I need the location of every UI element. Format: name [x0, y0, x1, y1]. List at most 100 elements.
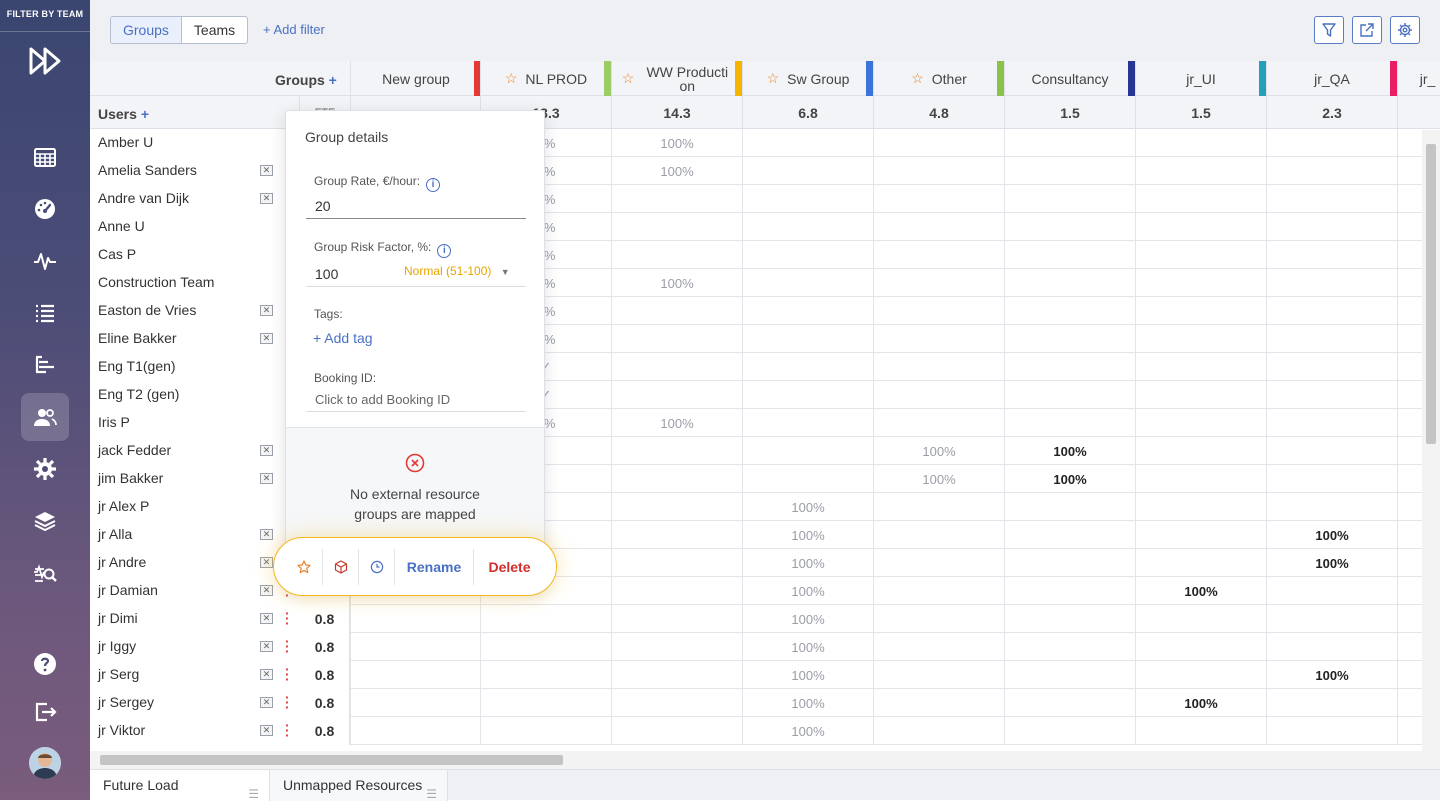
allocation-cell[interactable]	[1266, 325, 1397, 353]
allocation-cell[interactable]: 100%	[1266, 661, 1397, 689]
tab-menu-icon[interactable]: ☰	[248, 779, 259, 809]
allocation-cell[interactable]	[611, 185, 742, 213]
sidebar-item-activity[interactable]	[21, 237, 69, 285]
add-group-button[interactable]: +	[329, 72, 337, 88]
sidebar-item-dashboard[interactable]	[21, 185, 69, 233]
allocation-cell[interactable]	[742, 157, 873, 185]
allocation-cell[interactable]	[873, 325, 1004, 353]
allocation-cell[interactable]	[1266, 129, 1397, 157]
allocation-cell[interactable]	[873, 353, 1004, 381]
allocation-cell[interactable]	[1266, 269, 1397, 297]
remove-user-icon[interactable]: ✕	[260, 557, 273, 568]
allocation-cell[interactable]: 100%	[742, 493, 873, 521]
allocation-cell[interactable]	[1266, 213, 1397, 241]
allocation-cell[interactable]	[480, 633, 611, 661]
allocation-cell[interactable]	[611, 521, 742, 549]
allocation-cell[interactable]	[1135, 381, 1266, 409]
group-column-header[interactable]: ☆ WW Producti on	[611, 61, 742, 96]
add-filter-link[interactable]: + Add filter	[263, 22, 325, 37]
allocation-cell[interactable]	[873, 577, 1004, 605]
allocation-cell[interactable]	[1135, 465, 1266, 493]
user-name[interactable]: jr Damian	[98, 582, 158, 598]
sidebar-item-users[interactable]	[21, 393, 69, 441]
allocation-cell[interactable]	[1004, 493, 1135, 521]
allocation-cell[interactable]	[873, 493, 1004, 521]
remove-user-icon[interactable]: ✕	[260, 669, 273, 680]
remove-user-icon[interactable]: ✕	[260, 725, 273, 736]
allocation-cell[interactable]	[742, 325, 873, 353]
horizontal-scroll-thumb[interactable]	[100, 755, 563, 765]
user-name[interactable]: Amber U	[98, 134, 153, 150]
allocation-cell[interactable]	[873, 381, 1004, 409]
allocation-cell[interactable]	[350, 689, 481, 717]
allocation-cell[interactable]	[611, 717, 742, 745]
allocation-cell[interactable]: 100%	[1266, 549, 1397, 577]
allocation-cell[interactable]	[742, 381, 873, 409]
user-avatar[interactable]	[29, 747, 61, 779]
user-name[interactable]: Cas P	[98, 246, 136, 262]
allocation-cell[interactable]	[1266, 633, 1397, 661]
allocation-cell[interactable]	[1004, 605, 1135, 633]
allocation-cell[interactable]	[1266, 437, 1397, 465]
allocation-cell[interactable]	[1266, 493, 1397, 521]
export-button[interactable]	[1352, 16, 1382, 44]
allocation-cell[interactable]	[1004, 521, 1135, 549]
allocation-cell[interactable]	[873, 213, 1004, 241]
allocation-cell[interactable]	[873, 129, 1004, 157]
allocation-cell[interactable]	[742, 185, 873, 213]
remove-user-icon[interactable]: ✕	[260, 305, 273, 316]
allocation-cell[interactable]	[873, 297, 1004, 325]
allocation-cell[interactable]: 100%	[742, 549, 873, 577]
resource-button[interactable]	[322, 549, 358, 585]
allocation-cell[interactable]	[350, 633, 481, 661]
allocation-cell[interactable]	[611, 241, 742, 269]
rename-button[interactable]: Rename	[394, 549, 473, 585]
allocation-cell[interactable]	[1266, 717, 1397, 745]
allocation-cell[interactable]	[1004, 269, 1135, 297]
allocation-cell[interactable]	[611, 605, 742, 633]
more-options-icon[interactable]: ···	[285, 718, 290, 742]
allocation-cell[interactable]	[1135, 605, 1266, 633]
allocation-cell[interactable]	[611, 213, 742, 241]
more-options-icon[interactable]: ···	[285, 606, 290, 630]
allocation-cell[interactable]	[873, 269, 1004, 297]
horizontal-scrollbar[interactable]	[90, 751, 1440, 769]
group-column-header[interactable]: jr_QA	[1266, 61, 1397, 96]
allocation-cell[interactable]	[873, 605, 1004, 633]
remove-user-icon[interactable]: ✕	[260, 473, 273, 484]
allocation-cell[interactable]	[873, 241, 1004, 269]
group-column-header[interactable]: New group	[350, 61, 481, 96]
allocation-cell[interactable]	[1266, 353, 1397, 381]
allocation-cell[interactable]	[742, 213, 873, 241]
allocation-cell[interactable]: 100%	[1004, 437, 1135, 465]
favorite-button[interactable]	[286, 549, 322, 585]
allocation-cell[interactable]	[1004, 717, 1135, 745]
allocation-cell[interactable]	[1135, 549, 1266, 577]
tab-future-load[interactable]: Future Load ☰	[90, 770, 270, 801]
allocation-cell[interactable]: 100%	[1266, 521, 1397, 549]
user-name[interactable]: jr Andre	[98, 554, 146, 570]
allocation-cell[interactable]	[1004, 577, 1135, 605]
remove-user-icon[interactable]: ✕	[260, 193, 273, 204]
allocation-cell[interactable]	[873, 185, 1004, 213]
risk-level-dropdown[interactable]: Normal (51-100) ▼	[404, 264, 510, 278]
allocation-cell[interactable]	[1004, 549, 1135, 577]
group-column-header[interactable]: jr_	[1397, 61, 1440, 96]
allocation-cell[interactable]	[1135, 521, 1266, 549]
allocation-cell[interactable]	[1266, 465, 1397, 493]
allocation-cell[interactable]	[1004, 661, 1135, 689]
allocation-cell[interactable]	[1004, 129, 1135, 157]
allocation-cell[interactable]	[1135, 297, 1266, 325]
allocation-cell[interactable]	[1266, 577, 1397, 605]
allocation-cell[interactable]	[1135, 409, 1266, 437]
user-name[interactable]: Eline Bakker	[98, 330, 177, 346]
remove-user-icon[interactable]: ✕	[260, 529, 273, 540]
allocation-cell[interactable]	[480, 717, 611, 745]
allocation-cell[interactable]	[350, 717, 481, 745]
allocation-cell[interactable]	[611, 297, 742, 325]
allocation-cell[interactable]: 100%	[742, 633, 873, 661]
allocation-cell[interactable]	[1135, 157, 1266, 185]
remove-user-icon[interactable]: ✕	[260, 333, 273, 344]
sidebar-item-list[interactable]	[21, 289, 69, 337]
allocation-cell[interactable]	[873, 717, 1004, 745]
